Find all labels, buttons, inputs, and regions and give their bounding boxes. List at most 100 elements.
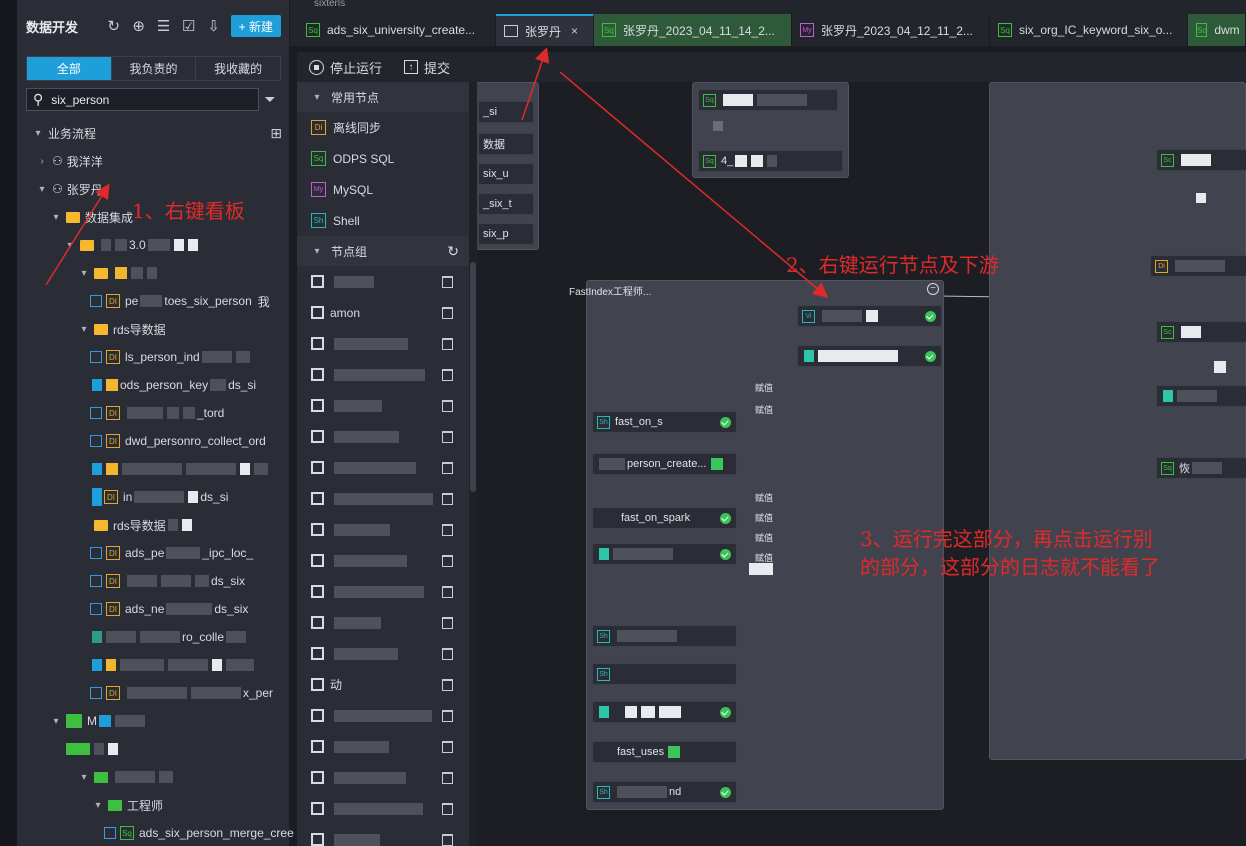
canvas-node[interactable]: Sh fast_on_s: [592, 411, 737, 433]
node-group-top[interactable]: Sq Sq 4_: [692, 82, 849, 178]
tree-item-di1[interactable]: DI pe toes_six_person 我: [90, 288, 270, 314]
tree-m-folder[interactable]: ▾: [78, 764, 175, 790]
collapse-icon[interactable]: −: [927, 283, 939, 295]
tree-item-ads-pe[interactable]: DI ads_pe _ipc_loc_: [90, 540, 253, 566]
trash-icon[interactable]: [442, 368, 453, 381]
tab-favorites[interactable]: 我收藏的: [196, 57, 280, 80]
node-group-item[interactable]: [297, 483, 469, 514]
node-group-item[interactable]: [297, 793, 469, 824]
tree-folder2[interactable]: ▾: [78, 260, 159, 286]
trash-icon[interactable]: [442, 709, 453, 722]
canvas-node[interactable]: _six_t: [478, 193, 534, 215]
tree-item-x-per[interactable]: DI x_per: [90, 680, 273, 706]
node-group-item[interactable]: [297, 421, 469, 452]
node-group-item[interactable]: [297, 452, 469, 483]
canvas-node[interactable]: Sh nd: [592, 781, 737, 803]
node-group-item[interactable]: [297, 359, 469, 390]
trash-icon[interactable]: [442, 337, 453, 350]
tree-user1[interactable]: › ⚇ 我洋洋: [36, 148, 102, 174]
tab-zhangluodan-0412[interactable]: My 张罗丹_2023_04_12_11_2...: [792, 14, 990, 46]
grid-view-icon[interactable]: ⊞: [270, 125, 282, 142]
canvas-node[interactable]: person_create...: [592, 453, 737, 475]
node-group-item[interactable]: [297, 607, 469, 638]
tree-m-group[interactable]: ▾ M: [50, 708, 147, 734]
tab-six-org-ic-keyword[interactable]: Sq six_org_IC_keyword_six_o...: [990, 14, 1188, 46]
trash-icon[interactable]: [442, 275, 453, 288]
tree-item-ls[interactable]: DI ls_pe rson _ind: [90, 344, 252, 370]
tree-user2[interactable]: ▾ ⚇ 张罗丹: [36, 176, 102, 202]
node-group-item[interactable]: 动: [297, 669, 469, 700]
close-icon[interactable]: ×: [571, 24, 578, 38]
filter-icon[interactable]: ⏷: [259, 91, 281, 108]
submit-button[interactable]: ↑ 提交: [404, 58, 450, 77]
node-group-item[interactable]: [297, 824, 469, 846]
trash-icon[interactable]: [442, 647, 453, 660]
node-group-item[interactable]: [297, 328, 469, 359]
trash-icon[interactable]: [442, 678, 453, 691]
canvas-node[interactable]: Di: [1150, 255, 1246, 277]
trash-icon[interactable]: [442, 740, 453, 753]
export-icon[interactable]: ⇩: [205, 17, 223, 35]
trash-icon[interactable]: [442, 616, 453, 629]
node-group-item[interactable]: [297, 576, 469, 607]
node-group-item[interactable]: [297, 266, 469, 297]
canvas-node[interactable]: [592, 701, 737, 723]
tab-zhangluodan-flow[interactable]: 张罗丹 ×: [496, 14, 594, 46]
trash-icon[interactable]: [442, 833, 453, 846]
trash-icon[interactable]: [442, 802, 453, 815]
tree-folder1[interactable]: ▾ 3.0: [64, 232, 200, 258]
canvas-node[interactable]: Sc: [1156, 149, 1246, 171]
canvas-node[interactable]: 数据: [478, 133, 534, 155]
node-group-item[interactable]: [297, 700, 469, 731]
canvas-node[interactable]: Sh: [592, 663, 737, 685]
tree-item-blur1[interactable]: [90, 456, 270, 482]
palette-scrollbar[interactable]: [469, 82, 477, 846]
tree-item-dwd[interactable]: DI dwd_p erson ro_c ollect_ord: [90, 428, 266, 454]
tree-rds-folder2[interactable]: rds导数据: [90, 512, 194, 538]
tab-dwm[interactable]: Sc dwm: [1188, 14, 1246, 46]
new-button[interactable]: + 新建: [230, 15, 281, 37]
tree-item-ro[interactable]: ro_colle: [90, 624, 248, 650]
stop-run-button[interactable]: 停止运行: [309, 58, 382, 77]
canvas-node[interactable]: Sq 恢: [1156, 457, 1246, 479]
search-input[interactable]: [51, 92, 232, 107]
canvas-node[interactable]: fast_uses: [592, 741, 737, 763]
canvas-node[interactable]: Sh: [592, 625, 737, 647]
tab-mine[interactable]: 我负责的: [112, 57, 197, 80]
node-group-right[interactable]: Sc Di Sc Sq 恢: [989, 82, 1246, 760]
import-icon[interactable]: ☰: [155, 17, 173, 35]
canvas-node[interactable]: [1156, 385, 1246, 407]
palette-item-mysql[interactable]: My MySQL: [297, 174, 469, 205]
palette-item-shell[interactable]: Sh Shell: [297, 205, 469, 236]
tree-rds-folder[interactable]: ▾ rds导数据: [78, 316, 165, 342]
node-group-item[interactable]: amon: [297, 297, 469, 328]
canvas-node[interactable]: Sq: [698, 89, 838, 111]
tree-integration[interactable]: ▾ 数据集成: [50, 204, 133, 230]
tree-item-ads-ne[interactable]: DI ads_ne ds_six: [90, 596, 248, 622]
tree-item-in[interactable]: DI in ds_si: [90, 484, 228, 510]
canvas-node[interactable]: [797, 345, 942, 367]
trash-icon[interactable]: [442, 461, 453, 474]
trash-icon[interactable]: [442, 771, 453, 784]
refresh-icon[interactable]: ↻: [447, 243, 459, 260]
trash-icon[interactable]: [442, 554, 453, 567]
trash-icon[interactable]: [442, 430, 453, 443]
canvas-node[interactable]: Vi: [797, 305, 942, 327]
canvas-node[interactable]: Sc: [1156, 321, 1246, 343]
trash-icon[interactable]: [442, 399, 453, 412]
canvas-node[interactable]: six_p: [478, 223, 534, 245]
canvas-node[interactable]: Sq 4_: [698, 150, 843, 172]
node-group-left[interactable]: _si 数据 six_u _six_t six_p: [467, 82, 539, 250]
locate-icon[interactable]: ⊕: [130, 17, 148, 35]
canvas-node[interactable]: [592, 543, 737, 565]
check-list-icon[interactable]: ☑: [180, 17, 198, 35]
tree-item-key[interactable]: ods_person _key ds_si: [90, 372, 256, 398]
node-group-item[interactable]: [297, 762, 469, 793]
trash-icon[interactable]: [442, 492, 453, 505]
palette-item-offline-sync[interactable]: Di 离线同步: [297, 112, 469, 143]
tree-sub-folder[interactable]: ▾ 工程师: [92, 792, 163, 818]
node-group-item[interactable]: [297, 514, 469, 545]
node-group-item[interactable]: [297, 731, 469, 762]
tree-item-blur2[interactable]: [90, 652, 256, 678]
common-nodes-section[interactable]: ▾ 常用节点: [297, 82, 469, 112]
